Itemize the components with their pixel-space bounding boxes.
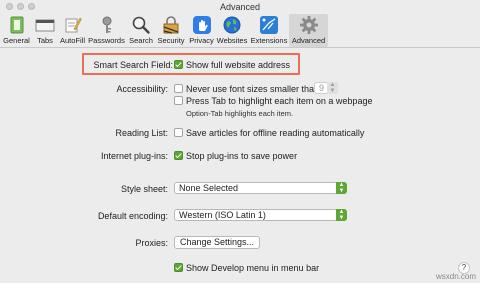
show-full-address-text: Show full website address — [186, 60, 291, 70]
style-sheet-select[interactable]: None Selected ▲ ▼ — [174, 182, 347, 194]
tab-tabs[interactable]: Tabs — [32, 14, 58, 47]
gear-icon — [299, 15, 319, 35]
general-icon — [7, 15, 27, 35]
stop-plugins-checkbox[interactable] — [174, 151, 183, 160]
privacy-icon — [192, 15, 212, 35]
title-bar: Advanced — [0, 0, 480, 14]
tab-autofill[interactable]: AutoFill — [59, 14, 86, 47]
stop-plugins-text: Stop plug-ins to save power — [186, 151, 298, 161]
watermark-text: wsxdn.com — [435, 272, 476, 281]
tab-highlight-text: Press Tab to highlight each item on a we… — [186, 96, 373, 106]
min-font-size-select[interactable]: 9 ▲ ▼ — [314, 82, 338, 94]
select-arrows-icon: ▲ ▼ — [336, 182, 347, 194]
tab-passwords[interactable]: Passwords — [88, 14, 125, 47]
tab-websites[interactable]: Websites — [216, 14, 248, 47]
change-settings-button[interactable]: Change Settings... — [174, 236, 260, 249]
develop-menu-text: Show Develop menu in menu bar — [186, 263, 320, 273]
encoding-value: Western (ISO Latin 1) — [179, 210, 266, 220]
preferences-toolbar: General Tabs AutoFill Passwords Search S… — [0, 14, 480, 48]
offline-reading-text: Save articles for offline reading automa… — [186, 128, 365, 138]
min-font-size-checkbox[interactable] — [174, 84, 183, 93]
passwords-icon — [97, 15, 117, 35]
tab-search[interactable]: Search — [128, 14, 154, 47]
proxies-label: Proxies: — [135, 238, 168, 248]
smart-search-label: Smart Search Field: — [93, 60, 173, 70]
websites-icon — [222, 15, 242, 35]
autofill-icon — [63, 15, 83, 35]
show-full-address-checkbox[interactable] — [174, 60, 183, 69]
develop-menu-checkbox[interactable] — [174, 263, 183, 272]
min-font-size-value: 9 — [319, 83, 325, 93]
min-font-size-text: Never use font sizes smaller than — [186, 84, 320, 94]
offline-reading-checkbox[interactable] — [174, 128, 183, 137]
accessibility-label: Accessibility: — [116, 84, 168, 94]
plugins-label: Internet plug-ins: — [100, 151, 168, 161]
stepper-arrows-icon: ▲ ▼ — [327, 82, 338, 94]
preferences-window: Advanced General Tabs AutoFill Passwords… — [0, 0, 480, 283]
window-title: Advanced — [219, 2, 261, 12]
select-arrows-icon: ▲ ▼ — [336, 209, 347, 221]
tab-highlight-checkbox[interactable] — [174, 96, 183, 105]
encoding-label: Default encoding: — [97, 211, 168, 221]
tab-privacy[interactable]: Privacy — [188, 14, 215, 47]
reading-list-label: Reading List: — [115, 128, 168, 138]
search-icon — [131, 15, 151, 35]
tab-advanced[interactable]: Advanced — [289, 14, 328, 47]
tab-extensions[interactable]: Extensions — [250, 14, 288, 47]
style-sheet-label: Style sheet: — [120, 184, 168, 194]
tabs-icon — [35, 15, 55, 35]
tab-general[interactable]: General — [3, 14, 30, 47]
security-icon — [161, 15, 181, 35]
encoding-select[interactable]: Western (ISO Latin 1) ▲ ▼ — [174, 209, 347, 221]
extensions-icon — [259, 15, 279, 35]
option-tab-note: Option-Tab highlights each item. — [186, 109, 294, 118]
style-sheet-value: None Selected — [179, 183, 239, 193]
tab-security[interactable]: Security — [156, 14, 186, 47]
